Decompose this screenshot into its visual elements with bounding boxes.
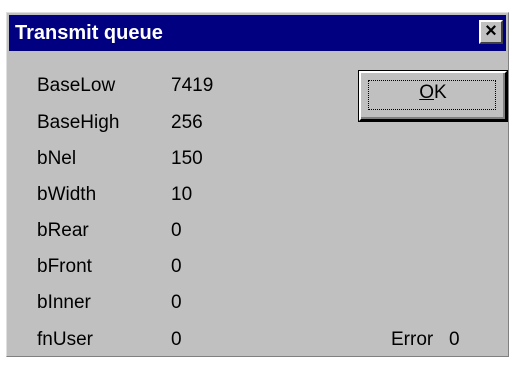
field-value-bwidth: 10 (171, 184, 193, 205)
ok-label-rest: K (434, 82, 447, 103)
field-label-bfront: bFront (37, 256, 92, 277)
field-label-bnel: bNel (37, 148, 77, 169)
title-bar: Transmit queue × (9, 15, 506, 51)
error-value: 0 (449, 329, 460, 350)
ok-button-label: OK (361, 82, 505, 104)
window-title: Transmit queue (15, 22, 163, 44)
ok-button[interactable]: OK (359, 71, 507, 121)
field-value-basehigh: 256 (171, 112, 203, 133)
field-label-bwidth: bWidth (37, 184, 97, 205)
field-value-fnuser: 0 (171, 329, 182, 350)
field-label-binner: bInner (37, 292, 91, 313)
close-icon: × (485, 20, 497, 42)
field-value-bfront: 0 (171, 256, 182, 277)
transmit-queue-dialog: Transmit queue × BaseLow 7419 BaseHigh 2… (6, 12, 509, 357)
close-button[interactable]: × (479, 20, 503, 44)
field-label-baselow: BaseLow (37, 75, 116, 96)
field-label-brear: bRear (37, 220, 89, 241)
field-value-binner: 0 (171, 292, 182, 313)
field-value-bnel: 150 (171, 148, 203, 169)
ok-mnemonic: O (419, 82, 435, 103)
error-label: Error (391, 329, 434, 350)
field-value-brear: 0 (171, 220, 182, 241)
field-label-basehigh: BaseHigh (37, 112, 120, 133)
field-label-fnuser: fnUser (37, 329, 93, 350)
field-value-baselow: 7419 (171, 75, 214, 96)
